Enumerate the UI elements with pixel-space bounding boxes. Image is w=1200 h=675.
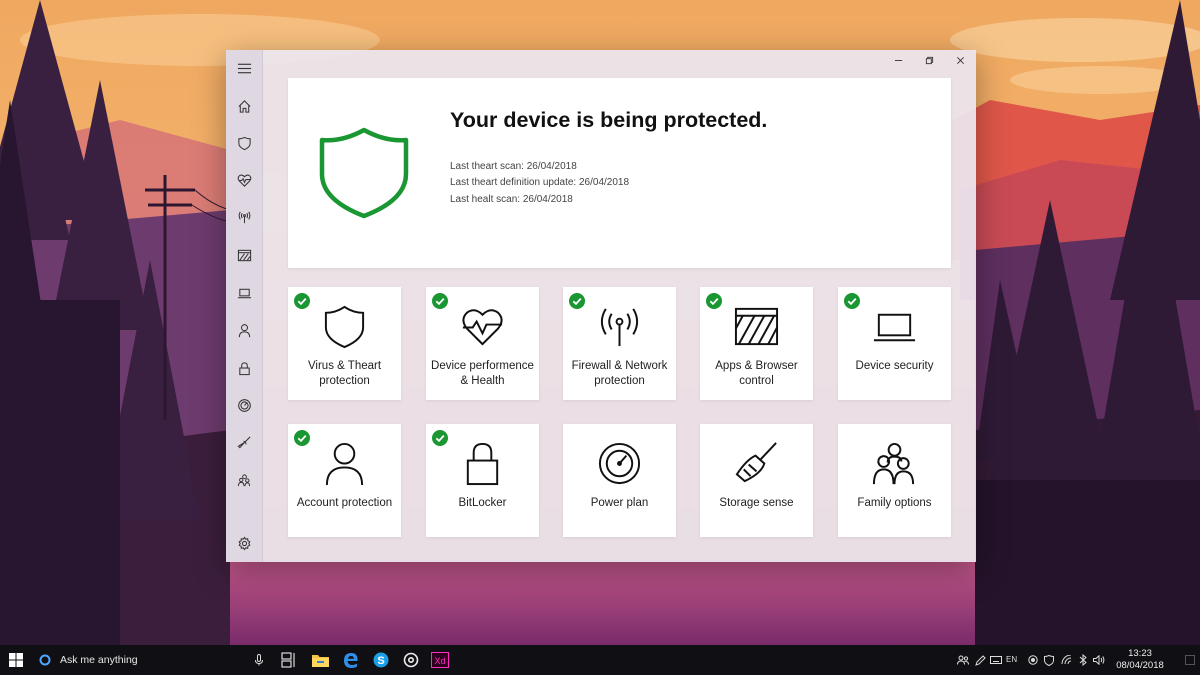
tile-label: Account protection (296, 497, 393, 509)
app-window: Your device is being protected. Last the… (226, 50, 976, 562)
shield-icon (319, 127, 409, 219)
tile-family-options[interactable]: Family options (838, 424, 951, 537)
tile-label: Storage sense (719, 497, 794, 509)
keyboard-icon[interactable] (989, 645, 1003, 675)
protection-status-panel: Your device is being protected. Last the… (288, 78, 951, 268)
tile-label: Firewall & Network protection (571, 360, 668, 387)
last-threat-scan: Last theart scan: 26/04/2018 (450, 161, 577, 172)
gauge-icon (598, 442, 641, 485)
window-controls (883, 50, 976, 72)
svg-text:Xd: Xd (434, 656, 445, 666)
lock-icon (466, 442, 499, 486)
browser-icon[interactable] (226, 240, 263, 270)
tile-label: Family options (857, 497, 932, 509)
shield-icon[interactable] (226, 128, 263, 158)
scan-info: Last theart scan: 26/04/2018 Last theart… (450, 159, 629, 208)
edge-icon[interactable] (340, 645, 362, 675)
volume-icon[interactable] (1092, 645, 1106, 675)
page-title: Your device is being protected. (450, 108, 768, 132)
tile-power-plan[interactable]: Power plan (563, 424, 676, 537)
person-icon (325, 442, 364, 486)
family-icon (872, 442, 915, 485)
browser-icon (734, 307, 779, 346)
tile-label: BitLocker (458, 497, 507, 509)
tile-virus-threat-protection[interactable]: Virus & Theart protection (288, 287, 401, 400)
groove-icon[interactable] (400, 645, 422, 675)
laptop-icon[interactable] (226, 278, 263, 308)
last-definition-update: Last theart definition update: 26/04/201… (450, 177, 630, 189)
file-explorer-icon[interactable] (309, 645, 331, 675)
lock-icon[interactable] (226, 353, 263, 383)
family-icon[interactable] (226, 465, 263, 495)
person-icon[interactable] (226, 315, 263, 345)
tile-label: Power plan (590, 497, 649, 509)
svg-text:S: S (377, 655, 384, 667)
check-icon (706, 293, 722, 309)
tile-bitlocker[interactable]: BitLocker (426, 424, 539, 537)
broom-icon (735, 442, 777, 483)
heart-pulse-icon[interactable] (226, 165, 263, 195)
check-icon (432, 430, 448, 446)
clock[interactable]: 13:23 08/04/2018 (1108, 648, 1172, 672)
language-indicator[interactable]: EN (1006, 645, 1017, 675)
action-center-icon[interactable] (1180, 645, 1200, 675)
check-icon (569, 293, 585, 309)
tile-label: Device performence & Health (431, 360, 534, 387)
clock-time: 13:23 (1128, 648, 1152, 659)
microphone-icon[interactable] (250, 645, 268, 675)
gear-icon[interactable] (226, 528, 263, 558)
cortana-icon[interactable] (36, 645, 54, 675)
shield-icon (324, 305, 365, 349)
tile-firewall-network-protection[interactable]: Firewall & Network protection (563, 287, 676, 400)
tile-label: Virus & Theart protection (307, 360, 382, 387)
last-health-scan: Last healt scan: 26/04/2018 (450, 193, 573, 205)
tile-label: Apps & Browser control (715, 360, 798, 387)
people-icon[interactable] (956, 645, 970, 675)
close-icon[interactable] (945, 50, 976, 70)
bluetooth-icon[interactable] (1076, 645, 1090, 675)
minimize-icon[interactable] (883, 50, 914, 70)
hamburger-menu-icon[interactable] (226, 53, 263, 83)
laptop-icon (873, 313, 916, 342)
check-icon (844, 293, 860, 309)
sidebar (226, 50, 263, 562)
task-view-icon[interactable] (279, 645, 299, 675)
tile-apps-browser-control[interactable]: Apps & Browser control (700, 287, 813, 400)
tile-storage-sense[interactable]: Storage sense (700, 424, 813, 537)
tile-label: Device security (855, 360, 934, 372)
heart-pulse-icon (462, 309, 503, 346)
restore-icon[interactable] (914, 50, 945, 70)
check-icon (432, 293, 448, 309)
clock-date: 08/04/2018 (1116, 660, 1164, 671)
check-icon (294, 293, 310, 309)
gauge-icon[interactable] (226, 390, 263, 420)
pen-icon[interactable] (973, 645, 987, 675)
antenna-icon (600, 308, 639, 347)
cortana-search-box[interactable]: Ask me anything (60, 645, 138, 675)
check-icon (294, 430, 310, 446)
broom-icon[interactable] (226, 427, 263, 457)
tile-account-protection[interactable]: Account protection (288, 424, 401, 537)
wifi-icon[interactable] (1059, 645, 1073, 675)
skype-icon[interactable]: S (370, 645, 392, 675)
record-icon[interactable] (1026, 645, 1040, 675)
tile-device-security[interactable]: Device security (838, 287, 951, 400)
home-icon[interactable] (226, 91, 263, 121)
antenna-icon[interactable] (226, 202, 263, 232)
windows-start-icon[interactable] (4, 645, 28, 675)
tile-device-performance-health[interactable]: Device performence & Health (426, 287, 539, 400)
adobe-xd-icon[interactable]: Xd (429, 645, 451, 675)
defender-icon[interactable] (1042, 645, 1056, 675)
taskbar: Ask me anything S Xd EN 13:23 08/04/2018 (0, 645, 1200, 675)
